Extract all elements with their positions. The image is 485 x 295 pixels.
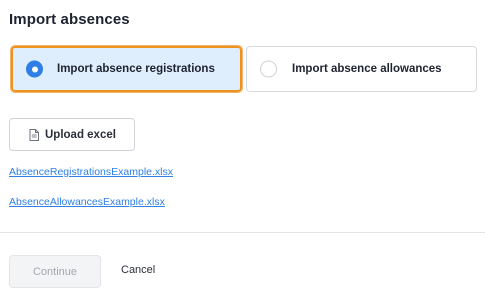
- absence-registrations-example-link[interactable]: AbsenceRegistrationsExample.xlsx: [9, 166, 173, 178]
- upload-excel-button[interactable]: Upload excel: [9, 118, 135, 151]
- option-import-absence-allowances[interactable]: Import absence allowances: [246, 46, 477, 92]
- dialog-title: Import absences: [9, 11, 130, 28]
- import-absences-dialog: Import absences Import absence registrat…: [0, 0, 485, 295]
- absence-allowances-example-link[interactable]: AbsenceAllowancesExample.xlsx: [9, 196, 165, 208]
- file-icon: [29, 129, 39, 141]
- radio-unselected-icon[interactable]: [260, 60, 277, 78]
- cancel-button[interactable]: Cancel: [121, 264, 155, 276]
- footer-divider: [0, 232, 485, 233]
- option-import-absence-registrations[interactable]: Import absence registrations: [10, 45, 243, 93]
- continue-button[interactable]: Continue: [9, 255, 101, 288]
- radio-selected-icon[interactable]: [26, 60, 43, 78]
- upload-excel-label: Upload excel: [45, 128, 116, 141]
- option-label-allowances: Import absence allowances: [292, 63, 442, 75]
- option-label-registrations: Import absence registrations: [57, 63, 215, 75]
